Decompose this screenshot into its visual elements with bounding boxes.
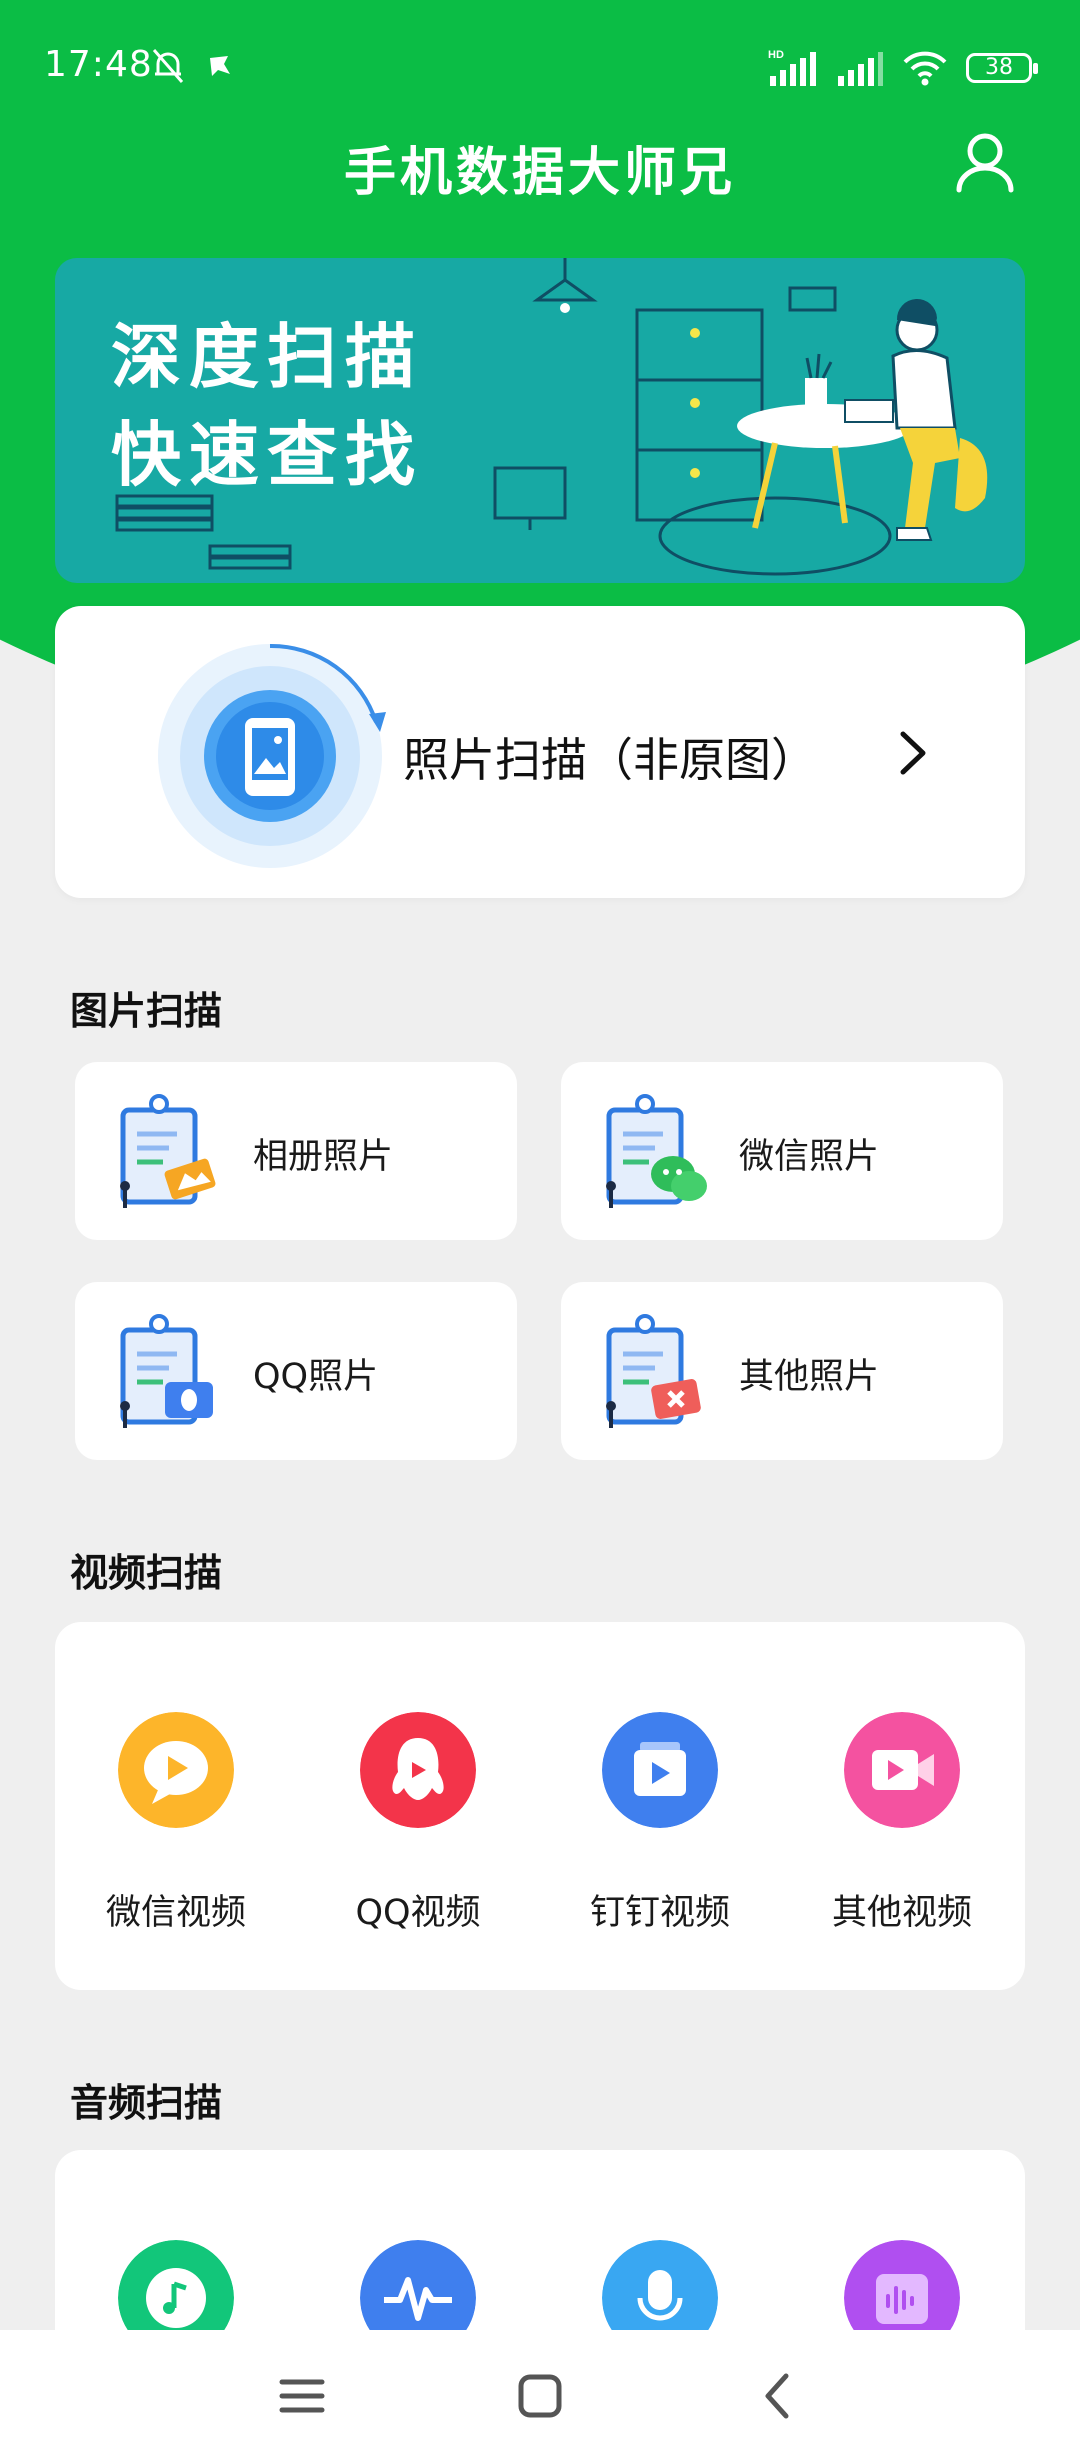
phone-scan-icon bbox=[158, 643, 386, 868]
app-screen: 17:48 HD 38 手机数据大师兄 深度扫描 快速查找 照片扫描（非原图） … bbox=[0, 0, 1080, 2460]
album-photo-tile[interactable]: 相册照片 bbox=[75, 1062, 517, 1240]
wechat-photo-tile[interactable]: 微信照片 bbox=[561, 1062, 1003, 1240]
video-card: 微信视频 QQ视频 钉钉视频 其他视频 bbox=[55, 1622, 1025, 1990]
other-video-icon bbox=[844, 1712, 960, 1828]
promo-banner[interactable]: 深度扫描 快速查找 bbox=[55, 258, 1025, 583]
image-section-title: 图片扫描 bbox=[70, 989, 223, 1033]
app-notification-icon bbox=[210, 56, 230, 76]
other-video-label: 其他视频 bbox=[831, 1893, 972, 1933]
wechat-video-item[interactable]: 微信视频 bbox=[55, 1622, 297, 1990]
status-time: 17:48 bbox=[44, 44, 153, 85]
wechat-photo-icon bbox=[606, 1094, 707, 1208]
qq-video-label: QQ视频 bbox=[355, 1893, 481, 1933]
home-icon[interactable] bbox=[512, 2368, 568, 2424]
back-icon[interactable] bbox=[750, 2368, 806, 2424]
audio-section-title: 音频扫描 bbox=[70, 2081, 223, 2125]
system-nav-bar bbox=[0, 2330, 1080, 2460]
wechat-photo-label: 微信照片 bbox=[739, 1137, 880, 1177]
video-section-title: 视频扫描 bbox=[70, 1551, 223, 1595]
qq-photo-label: QQ照片 bbox=[253, 1357, 379, 1397]
photo-scan-card[interactable]: 照片扫描（非原图） bbox=[55, 606, 1025, 898]
menu-icon[interactable] bbox=[274, 2368, 330, 2424]
other-photo-tile[interactable]: 其他照片 bbox=[561, 1282, 1003, 1460]
other-photo-label: 其他照片 bbox=[739, 1357, 880, 1397]
banner-line-1: 深度扫描 bbox=[111, 316, 423, 398]
album-photo-label: 相册照片 bbox=[253, 1137, 394, 1177]
banner-text: 深度扫描 快速查找 bbox=[111, 308, 423, 504]
dingtalk-video-icon bbox=[602, 1712, 718, 1828]
status-bar: 17:48 HD 38 bbox=[0, 0, 1080, 130]
other-photo-icon bbox=[606, 1314, 701, 1428]
app-title: 手机数据大师兄 bbox=[343, 143, 736, 203]
dingtalk-video-item[interactable]: 钉钉视频 bbox=[539, 1622, 781, 1990]
photo-scan-label: 照片扫描（非原图） bbox=[403, 733, 817, 787]
qq-video-item[interactable]: QQ视频 bbox=[297, 1622, 539, 1990]
svg-text:HD: HD bbox=[768, 49, 784, 61]
wechat-video-label: 微信视频 bbox=[105, 1893, 246, 1933]
qq-photo-icon bbox=[120, 1314, 213, 1428]
muted-bell-icon bbox=[152, 49, 184, 83]
signal-hd-icon: HD bbox=[768, 49, 816, 86]
wechat-video-icon bbox=[118, 1712, 234, 1828]
album-photo-icon bbox=[120, 1094, 216, 1208]
chevron-right-icon bbox=[900, 731, 926, 775]
other-video-item[interactable]: 其他视频 bbox=[781, 1622, 1023, 1990]
signal-icon bbox=[838, 52, 883, 86]
dingtalk-video-label: 钉钉视频 bbox=[589, 1893, 730, 1933]
battery-icon: 38 bbox=[966, 53, 1038, 83]
wifi-icon bbox=[903, 51, 947, 86]
qq-photo-tile[interactable]: QQ照片 bbox=[75, 1282, 517, 1460]
status-right-icons: HD 38 bbox=[766, 48, 1038, 88]
banner-line-2: 快速查找 bbox=[111, 414, 423, 496]
user-profile-icon[interactable] bbox=[952, 128, 1018, 194]
status-left-icons bbox=[148, 46, 234, 86]
qq-video-icon bbox=[360, 1712, 476, 1828]
